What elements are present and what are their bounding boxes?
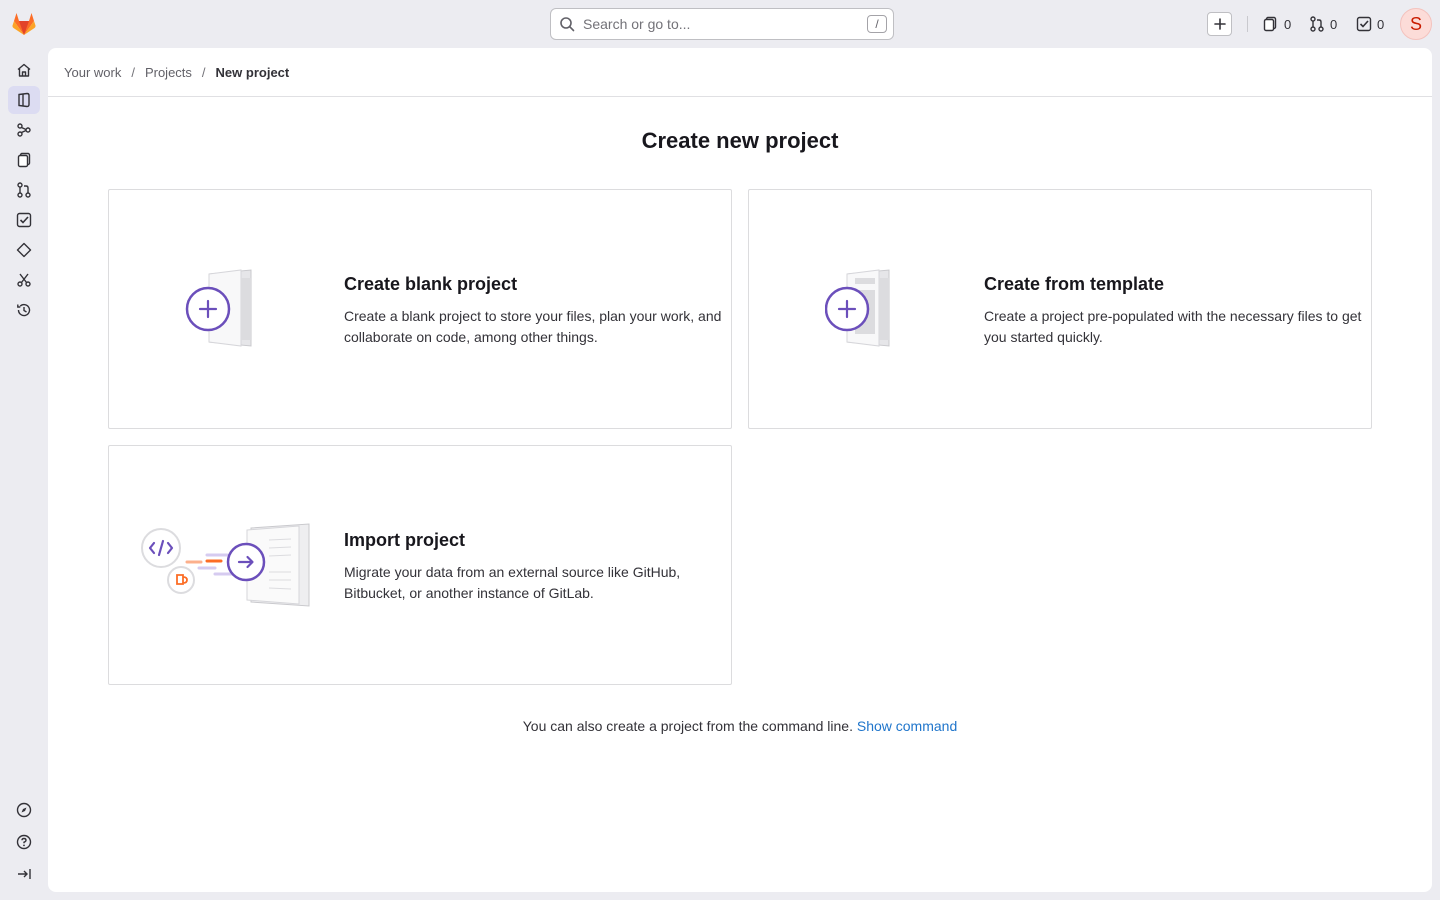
card-description: Create a blank project to store your fil… [344,308,722,345]
issues-button[interactable]: 0 [1263,12,1291,36]
issues-icon [1263,16,1277,32]
top-bar: Search or go to... / 0 0 0 S [0,0,1440,48]
main-content: Your work / Projects / New project Creat… [48,48,1432,892]
create-from-template-card[interactable]: Create from template Create a project pr… [748,189,1372,429]
rail-collapse-sidebar[interactable] [8,860,40,888]
todo-icon [1356,16,1372,32]
create-blank-project-card[interactable]: Create blank project Create a blank proj… [108,189,732,429]
breadcrumb-current[interactable]: New project [216,65,290,80]
show-command-link[interactable]: Show command [857,718,957,734]
rail-activity[interactable] [8,296,40,324]
rail-merge-requests[interactable] [8,176,40,204]
todo-icon [16,212,32,228]
merge-request-icon [17,182,31,198]
breadcrumb-separator: / [201,65,206,80]
rail-home[interactable] [8,56,40,84]
rail-groups[interactable] [8,116,40,144]
breadcrumb-your-work[interactable]: Your work [64,65,121,80]
home-icon [17,63,31,77]
plus-icon [1213,18,1226,30]
activity-icon [17,303,31,317]
command-line-hint: You can also create a project from the c… [48,718,1432,734]
rail-help[interactable] [8,828,40,856]
rail-explore[interactable] [8,796,40,824]
card-title: Create from template [984,274,1165,294]
rail-snippets[interactable] [8,146,40,174]
search-icon [560,17,575,32]
create-new-button[interactable] [1207,12,1232,36]
import-project-card[interactable]: Import project Migrate your data from an… [108,445,732,685]
search-bar[interactable]: Search or go to... / [550,8,894,40]
search-shortcut-key: / [867,15,887,33]
groups-icon [17,123,31,137]
header-divider [48,96,1432,97]
milestone-icon [16,242,32,258]
search-placeholder: Search or go to... [583,16,691,32]
breadcrumb-projects[interactable]: Projects [145,65,192,80]
snippets-icon [17,152,31,168]
card-title: Create blank project [344,274,518,294]
breadcrumb: Your work / Projects / New project [64,65,289,80]
breadcrumb-separator: / [131,65,135,80]
explore-icon [16,802,32,818]
blank-project-illustration [185,269,252,347]
merge-requests-count: 0 [1330,16,1338,32]
rail-snippet-scissors[interactable] [8,266,40,294]
todos-button[interactable]: 0 [1356,12,1384,36]
gitlab-logo-icon[interactable] [10,10,38,38]
card-title: Import project [344,530,466,550]
todos-count: 0 [1377,16,1385,32]
snippet-scissors-icon [17,273,31,287]
command-line-text: You can also create a project from the c… [522,718,853,734]
rail-projects[interactable] [8,86,40,114]
collapse-sidebar-icon [18,869,31,879]
topbar-divider [1247,16,1248,32]
rail-milestones[interactable] [8,236,40,264]
user-avatar[interactable]: S [1400,8,1432,40]
import-project-illustration [141,523,310,607]
card-description: Migrate your data from an external sourc… [344,564,681,601]
page-title: Create new project [641,128,839,153]
card-description: Create a project pre-populated with the … [984,308,1362,345]
rail-todos[interactable] [8,206,40,234]
template-illustration [825,269,890,347]
issues-count: 0 [1284,16,1292,32]
help-icon [16,834,32,850]
merge-requests-button[interactable]: 0 [1309,12,1337,36]
merge-request-icon [1310,16,1324,32]
project-icon [18,92,30,108]
